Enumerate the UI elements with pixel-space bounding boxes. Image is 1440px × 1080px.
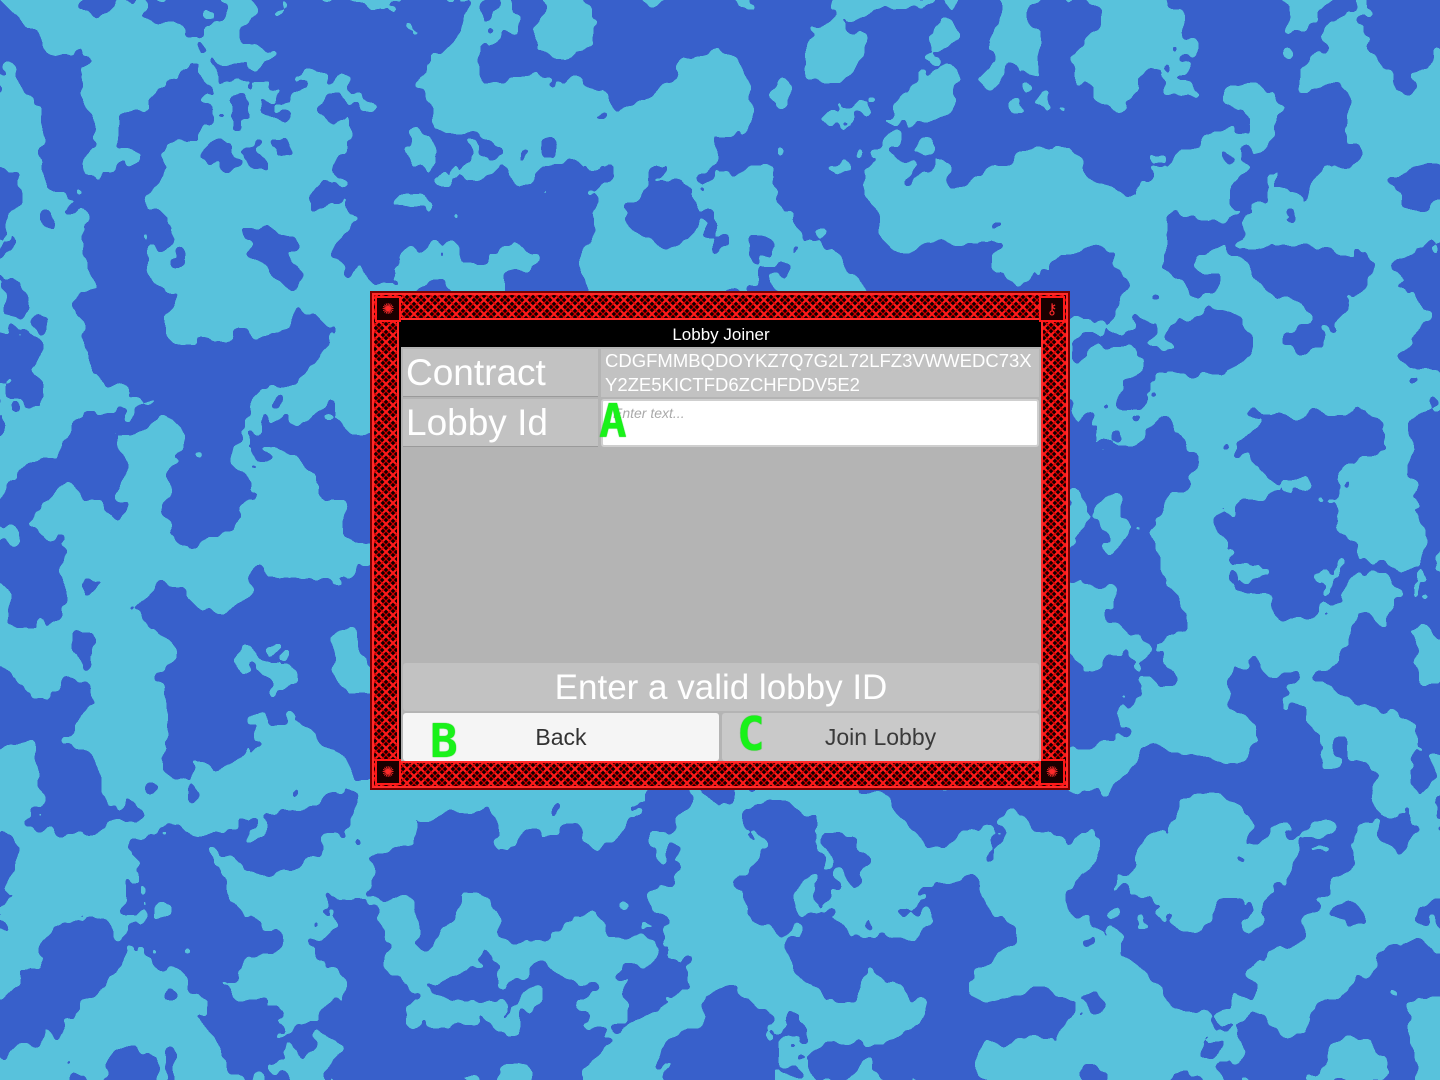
ornament-icon: ✺ <box>1045 762 1059 781</box>
marker-c-label: C <box>737 707 765 761</box>
contract-label: Contract <box>403 349 598 397</box>
dialog-body: Lobby Joiner Contract CDGFMMBQDOYKZ7Q7G2… <box>401 322 1041 761</box>
key-icon: ⚷ <box>1046 299 1058 318</box>
contract-row: Contract CDGFMMBQDOYKZ7Q7G2L72LFZ3VWWEDC… <box>403 349 1039 397</box>
corner-ornament-top-right: ⚷ <box>1039 296 1065 322</box>
marker-b-label: B <box>430 714 458 768</box>
join-lobby-button[interactable]: Join Lobby <box>722 713 1039 761</box>
lobby-id-row: Lobby Id <box>403 399 1039 447</box>
ornament-icon: ✺ <box>381 299 395 318</box>
contract-value: CDGFMMBQDOYKZ7Q7G2L72LFZ3VWWEDC73XY2ZE5K… <box>601 349 1039 397</box>
lobby-id-input[interactable] <box>601 399 1039 447</box>
lobby-joiner-dialog: ✺ ⚷ ✺ ✺ Lobby Joiner Contract CDGFMMBQDO… <box>370 291 1070 790</box>
ornament-icon: ✺ <box>381 762 395 781</box>
lobby-id-label: Lobby Id <box>403 399 598 447</box>
corner-ornament-bottom-left: ✺ <box>375 759 401 785</box>
corner-ornament-bottom-right: ✺ <box>1039 759 1065 785</box>
dialog-content: Contract CDGFMMBQDOYKZ7Q7G2L72LFZ3VWWEDC… <box>401 347 1041 761</box>
empty-panel-area <box>403 449 1039 661</box>
dialog-title: Lobby Joiner <box>401 322 1041 347</box>
status-message: Enter a valid lobby ID <box>403 663 1039 711</box>
corner-ornament-top-left: ✺ <box>375 296 401 322</box>
marker-a-label: A <box>599 394 627 448</box>
